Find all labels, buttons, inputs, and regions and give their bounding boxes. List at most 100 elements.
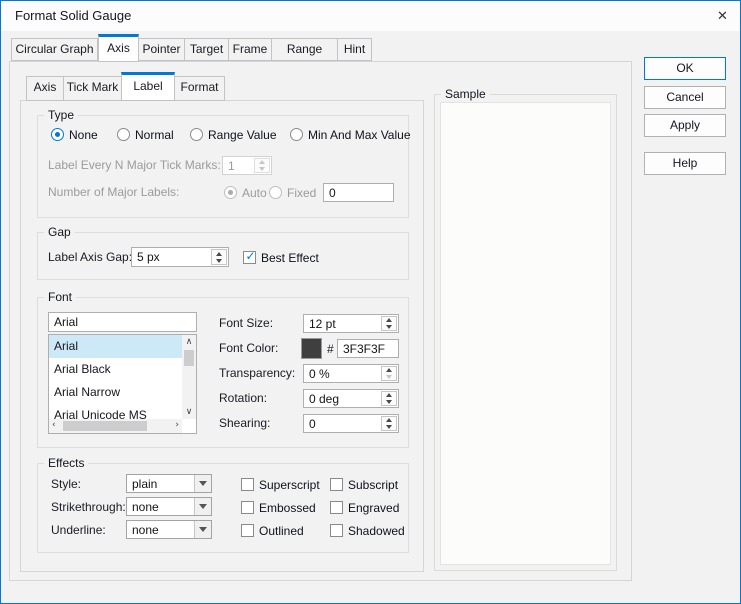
radio-none[interactable]: None — [51, 127, 98, 142]
tab-hint[interactable]: Hint — [337, 38, 372, 61]
checkbox-unchecked-icon — [330, 478, 343, 491]
spin-down-icon[interactable] — [382, 324, 396, 331]
strikethrough-label: Strikethrough: — [51, 500, 126, 514]
number-major-labels-label: Number of Major Labels: — [48, 185, 179, 199]
radio-fixed: Fixed — [269, 185, 316, 200]
superscript-checkbox[interactable]: Superscript — [241, 477, 320, 492]
dropdown-arrow-icon — [194, 498, 211, 515]
fixed-count-input[interactable]: 0 — [323, 183, 394, 202]
radio-range-value[interactable]: Range Value — [190, 127, 277, 142]
font-color-label: Font Color: — [219, 341, 278, 355]
font-name-input[interactable]: Arial — [48, 312, 197, 332]
style-dropdown[interactable]: plain — [126, 474, 212, 493]
font-size-spinner[interactable]: 12 pt — [303, 314, 399, 333]
type-group-title: Type — [44, 108, 78, 122]
engraved-checkbox[interactable]: Engraved — [330, 500, 399, 515]
underline-dropdown[interactable]: none — [126, 520, 212, 539]
strikethrough-dropdown[interactable]: none — [126, 497, 212, 516]
subscript-checkbox[interactable]: Subscript — [330, 477, 398, 492]
vscroll-thumb[interactable] — [184, 350, 194, 366]
radio-normal[interactable]: Normal — [117, 127, 174, 142]
list-item[interactable]: Arial Narrow — [49, 381, 182, 404]
list-item[interactable]: Arial Unicode MS — [49, 404, 182, 419]
font-color-swatch[interactable] — [301, 338, 322, 359]
tab-pointer[interactable]: Pointer — [138, 38, 185, 61]
font-color-hex-input[interactable]: 3F3F3F — [337, 339, 399, 358]
shearing-label: Shearing: — [219, 416, 270, 430]
format-solid-gauge-dialog: Format Solid Gauge ✕ Circular Graph Axis… — [0, 0, 741, 604]
subtab-tick-mark[interactable]: Tick Mark — [63, 76, 122, 101]
label-every-n-label: Label Every N Major Tick Marks: — [48, 158, 221, 172]
scroll-up-icon[interactable]: ∧ — [182, 337, 196, 347]
font-size-label: Font Size: — [219, 316, 273, 330]
shearing-spinner[interactable]: 0 — [303, 414, 399, 433]
tab-circular-graph[interactable]: Circular Graph — [11, 38, 98, 61]
cancel-button[interactable]: Cancel — [644, 86, 726, 109]
font-list[interactable]: Arial Arial Black Arial Narrow Arial Uni… — [48, 334, 197, 434]
spin-down-icon[interactable] — [212, 257, 226, 264]
scroll-down-icon[interactable]: ∨ — [182, 407, 196, 417]
radio-unselected-icon — [190, 128, 203, 141]
spin-up-icon[interactable] — [212, 250, 226, 257]
font-group-title: Font — [44, 290, 76, 304]
checkbox-unchecked-icon — [241, 501, 254, 514]
gap-group-title: Gap — [44, 225, 75, 239]
subtab-axis[interactable]: Axis — [26, 76, 64, 101]
spin-down-icon[interactable] — [382, 399, 396, 406]
radio-selected-icon — [51, 128, 64, 141]
spin-down-icon — [255, 166, 269, 173]
sample-group-title: Sample — [441, 87, 490, 101]
help-button[interactable]: Help — [644, 152, 726, 175]
scroll-left-icon[interactable]: ‹ — [52, 420, 56, 430]
close-icon: ✕ — [717, 8, 728, 23]
window-title: Format Solid Gauge — [15, 1, 131, 31]
close-button[interactable]: ✕ — [705, 1, 740, 31]
best-effect-checkbox[interactable]: ✓ Best Effect — [243, 250, 319, 265]
checkbox-unchecked-icon — [241, 478, 254, 491]
spin-down-icon — [382, 374, 396, 381]
dropdown-arrow-icon — [194, 521, 211, 538]
embossed-checkbox[interactable]: Embossed — [241, 500, 316, 515]
list-item[interactable]: Arial Black — [49, 358, 182, 381]
tab-frame[interactable]: Frame — [228, 38, 272, 61]
ok-button[interactable]: OK — [644, 57, 726, 80]
check-icon: ✓ — [244, 250, 257, 263]
tab-range-color[interactable]: Range Color — [271, 38, 338, 61]
hash-label: # — [327, 342, 334, 356]
titlebar: Format Solid Gauge ✕ — [1, 1, 740, 31]
label-axis-gap-spinner[interactable]: 5 px — [131, 247, 229, 267]
spin-down-icon[interactable] — [382, 424, 396, 431]
sample-preview — [440, 102, 611, 565]
apply-button[interactable]: Apply — [644, 114, 726, 137]
horizontal-scrollbar[interactable]: ‹ › — [49, 419, 182, 433]
label-every-n-spinner: 1 — [222, 156, 272, 175]
hscroll-thumb[interactable] — [63, 421, 147, 431]
transparency-label: Transparency: — [219, 366, 295, 380]
list-item[interactable]: Arial — [49, 335, 182, 358]
radio-unselected-icon — [117, 128, 130, 141]
vertical-scrollbar[interactable]: ∧ ∨ — [182, 335, 196, 419]
radio-auto: Auto — [224, 185, 267, 200]
radio-disabled-selected-icon — [224, 186, 237, 199]
dropdown-arrow-icon — [194, 475, 211, 492]
rotation-label: Rotation: — [219, 391, 267, 405]
outlined-checkbox[interactable]: Outlined — [241, 523, 304, 538]
checkbox-unchecked-icon — [330, 524, 343, 537]
checkbox-unchecked-icon — [330, 501, 343, 514]
radio-disabled-icon — [269, 186, 282, 199]
tab-axis[interactable]: Axis — [98, 34, 139, 62]
tab-target[interactable]: Target — [184, 38, 229, 61]
sample-group: Sample — [434, 94, 617, 571]
font-list-items: Arial Arial Black Arial Narrow Arial Uni… — [49, 335, 182, 419]
subtab-label[interactable]: Label — [121, 72, 175, 101]
shadowed-checkbox[interactable]: Shadowed — [330, 523, 405, 538]
scroll-right-icon[interactable]: › — [175, 420, 179, 430]
subtab-format[interactable]: Format — [174, 76, 225, 101]
radio-dot — [55, 132, 60, 137]
transparency-spinner[interactable]: 0 % — [303, 364, 399, 383]
radio-min-max-value[interactable]: Min And Max Value — [290, 127, 411, 142]
effects-group-title: Effects — [44, 456, 88, 470]
radio-unselected-icon — [290, 128, 303, 141]
rotation-spinner[interactable]: 0 deg — [303, 389, 399, 408]
underline-label: Underline: — [51, 523, 106, 537]
